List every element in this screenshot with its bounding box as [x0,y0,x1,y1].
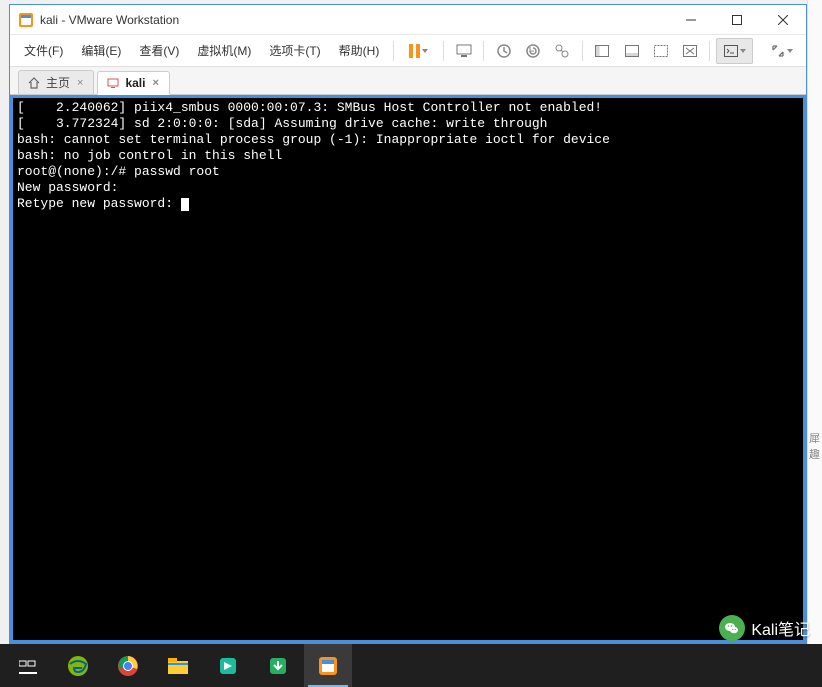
tab-home[interactable]: 主页 × [18,70,94,94]
windows-taskbar[interactable] [0,644,822,687]
separator [393,41,394,61]
taskbar-app-download[interactable] [254,644,302,687]
taskbar-taskview[interactable] [4,644,52,687]
snapshot-take-button[interactable] [490,38,517,64]
vmware-app-icon [18,12,34,28]
side-panel-edge [807,0,822,644]
watermark: Kali笔记 [719,615,810,641]
separator [483,41,484,61]
window-title: kali - VMware Workstation [40,13,668,27]
menu-help[interactable]: 帮助(H) [331,38,388,63]
maximize-button[interactable] [714,5,760,35]
titlebar[interactable]: kali - VMware Workstation [10,5,806,35]
chevron-down-icon [787,49,793,53]
taskbar-app-green[interactable] [204,644,252,687]
menu-tabs[interactable]: 选项卡(T) [261,38,328,63]
tab-strip: 主页 × kali × [10,67,806,95]
chevron-down-icon [740,49,746,53]
watermark-text: Kali笔记 [751,616,810,640]
taskbar-vmware[interactable] [304,644,352,687]
vmware-window: kali - VMware Workstation 文件(F) 编辑(E) 查看… [9,4,807,644]
window-controls [668,5,806,34]
separator [709,41,710,61]
separator [443,41,444,61]
menu-vm[interactable]: 虚拟机(M) [189,38,259,63]
tab-kali[interactable]: kali × [97,71,169,95]
tab-home-label: 主页 [46,74,70,91]
stretch-guest-button[interactable] [763,38,800,64]
vm-display-area[interactable]: [ 2.240062] piix4_smbus 0000:00:07.3: SM… [10,95,806,643]
menubar: 文件(F) 编辑(E) 查看(V) 虚拟机(M) 选项卡(T) 帮助(H) [10,35,806,67]
menu-edit[interactable]: 编辑(E) [73,38,129,63]
pause-icon [409,44,420,58]
wechat-icon [719,615,745,641]
minimize-button[interactable] [668,5,714,35]
view-single-button[interactable] [589,38,616,64]
view-fullscreen-button[interactable] [676,38,703,64]
tab-close-icon[interactable]: × [75,77,85,89]
view-unity-button[interactable] [647,38,674,64]
close-button[interactable] [760,5,806,35]
taskbar-chrome[interactable] [104,644,152,687]
vm-running-icon [106,76,120,90]
tab-kali-label: kali [125,76,145,90]
taskbar-edge[interactable] [54,644,102,687]
pause-button[interactable] [400,38,437,64]
tab-close-icon[interactable]: × [150,77,160,89]
separator [582,41,583,61]
menu-file[interactable]: 文件(F) [16,38,71,63]
taskbar-explorer[interactable] [154,644,202,687]
home-icon [27,76,41,90]
send-ctrl-alt-del-button[interactable] [450,38,477,64]
view-thumbnail-button[interactable] [618,38,645,64]
snapshot-revert-button[interactable] [519,38,546,64]
terminal-output[interactable]: [ 2.240062] piix4_smbus 0000:00:07.3: SM… [13,98,803,640]
side-hint-text: 犀 趣 [809,430,820,462]
console-view-button[interactable] [716,38,753,64]
snapshot-manager-button[interactable] [549,38,576,64]
menu-view[interactable]: 查看(V) [131,38,187,63]
chevron-down-icon [422,49,428,53]
